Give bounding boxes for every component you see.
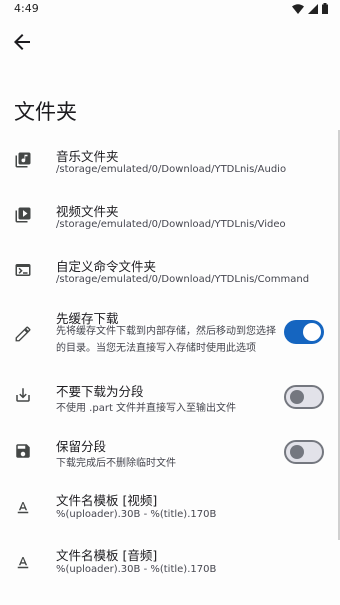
no-part-toggle[interactable]: [284, 385, 324, 409]
setting-filename-template-audio[interactable]: 文件名模板 [音频] %(uploader).30B - %(title).17…: [0, 542, 336, 582]
setting-subtitle: /storage/emulated/0/Download/YTDLnis/Aud…: [56, 164, 287, 175]
setting-keep-fragments[interactable]: 保留分段 下载完成后不删除临时文件: [0, 433, 336, 473]
setting-subtitle: 先将缓存文件下载到内部存储，然后移动到您选择的目录。当您无法直接写入存储时使用此…: [56, 326, 276, 354]
status-time: 4:49: [14, 2, 39, 15]
keep-fragments-toggle[interactable]: [284, 440, 324, 464]
setting-title: 不要下载为分段: [56, 384, 144, 399]
arrow-back-icon: [14, 34, 30, 50]
toggle-knob: [303, 323, 321, 341]
cache-download-toggle[interactable]: [284, 320, 324, 344]
download-icon: [16, 388, 30, 402]
setting-music-folder[interactable]: 音乐文件夹 /storage/emulated/0/Download/YTDLn…: [0, 140, 336, 190]
setting-title: 自定义命令文件夹: [56, 259, 157, 274]
setting-video-folder[interactable]: 视频文件夹 /storage/emulated/0/Download/YTDLn…: [0, 195, 336, 245]
setting-command-folder[interactable]: 自定义命令文件夹 /storage/emulated/0/Download/YT…: [0, 250, 336, 300]
toggle-knob: [290, 445, 304, 459]
setting-filename-template-video[interactable]: 文件名模板 [视频] %(uploader).30B - %(title).17…: [0, 487, 336, 527]
setting-no-part[interactable]: 不要下载为分段 不使用 .part 文件并直接写入至输出文件: [0, 378, 336, 418]
setting-subtitle: /storage/emulated/0/Download/YTDLnis/Com…: [56, 274, 310, 285]
setting-title: 文件名模板 [音频]: [56, 548, 158, 563]
setting-subtitle: /storage/emulated/0/Download/YTDLnis/Vid…: [56, 219, 286, 230]
wifi-icon: [292, 3, 304, 14]
music-folder-icon: [15, 152, 31, 168]
setting-title: 音乐文件夹: [56, 149, 119, 164]
status-icons: [292, 3, 328, 14]
setting-title: 保留分段: [56, 439, 107, 454]
setting-subtitle: %(uploader).30B - %(title).170B: [56, 564, 217, 575]
signal-icon: [308, 3, 318, 14]
setting-subtitle: %(uploader).30B - %(title).170B: [56, 509, 217, 520]
text-format-icon: [17, 502, 29, 514]
save-icon: [16, 444, 30, 458]
page-title: 文件夹: [14, 100, 77, 124]
setting-title: 视频文件夹: [56, 204, 119, 219]
toggle-knob: [290, 390, 304, 404]
setting-subtitle: 下载完成后不删除临时文件: [56, 458, 176, 469]
text-format-icon: [17, 557, 29, 569]
setting-subtitle: 不使用 .part 文件并直接写入至输出文件: [56, 403, 237, 414]
setting-cache-download[interactable]: 先缓存下载 先将缓存文件下载到内部存储，然后移动到您选择的目录。当您无法直接写入…: [0, 303, 336, 365]
terminal-icon: [15, 264, 31, 276]
status-bar: 4:49: [0, 0, 340, 20]
back-button[interactable]: [10, 30, 34, 54]
setting-title: 文件名模板 [视频]: [56, 493, 158, 508]
pencil-icon: [15, 326, 31, 342]
video-folder-icon: [15, 207, 31, 223]
battery-icon: [322, 3, 328, 14]
